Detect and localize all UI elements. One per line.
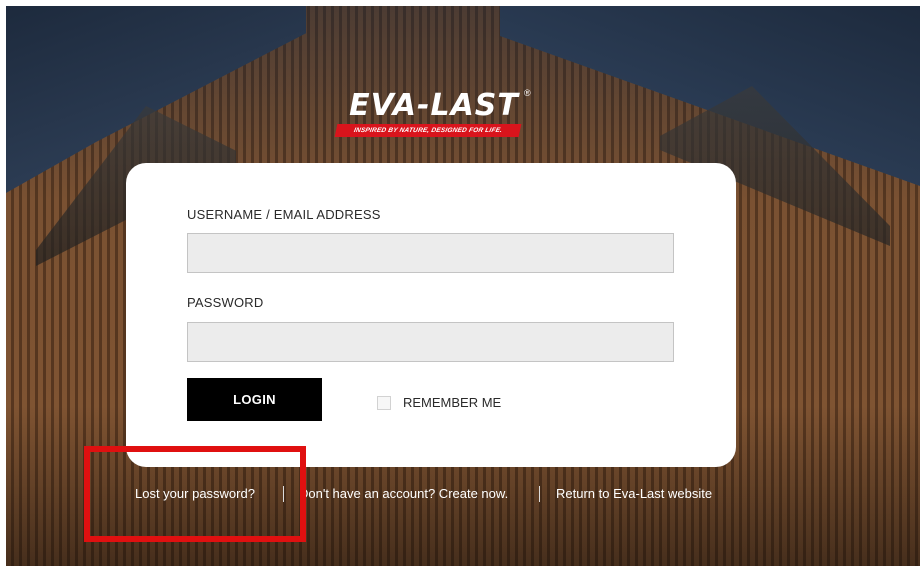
remember-me-label: REMEMBER ME <box>403 395 502 410</box>
remember-me-checkbox[interactable] <box>377 395 391 410</box>
password-input[interactable] <box>187 322 674 362</box>
logo-tagline: INSPIRED BY NATURE, DESIGNED FOR LIFE. <box>334 124 522 137</box>
remember-me[interactable]: REMEMBER ME <box>377 395 501 410</box>
username-input[interactable] <box>187 233 674 273</box>
login-card: USERNAME / EMAIL ADDRESS PASSWORD LOGIN … <box>126 163 736 467</box>
username-label: USERNAME / EMAIL ADDRESS <box>187 207 381 222</box>
login-button[interactable]: LOGIN <box>187 378 322 421</box>
brand-logo: EVA-LAST ® INSPIRED BY NATURE, DESIGNED … <box>334 88 534 140</box>
return-website-link[interactable]: Return to Eva-Last website <box>556 486 712 501</box>
logo-registered-mark: ® <box>524 88 531 98</box>
highlight-box <box>84 446 306 542</box>
create-account-link[interactable]: Don't have an account? Create now. <box>299 486 508 501</box>
logo-wordmark: EVA-LAST <box>349 88 519 123</box>
link-separator <box>539 486 540 502</box>
password-label: PASSWORD <box>187 295 264 310</box>
